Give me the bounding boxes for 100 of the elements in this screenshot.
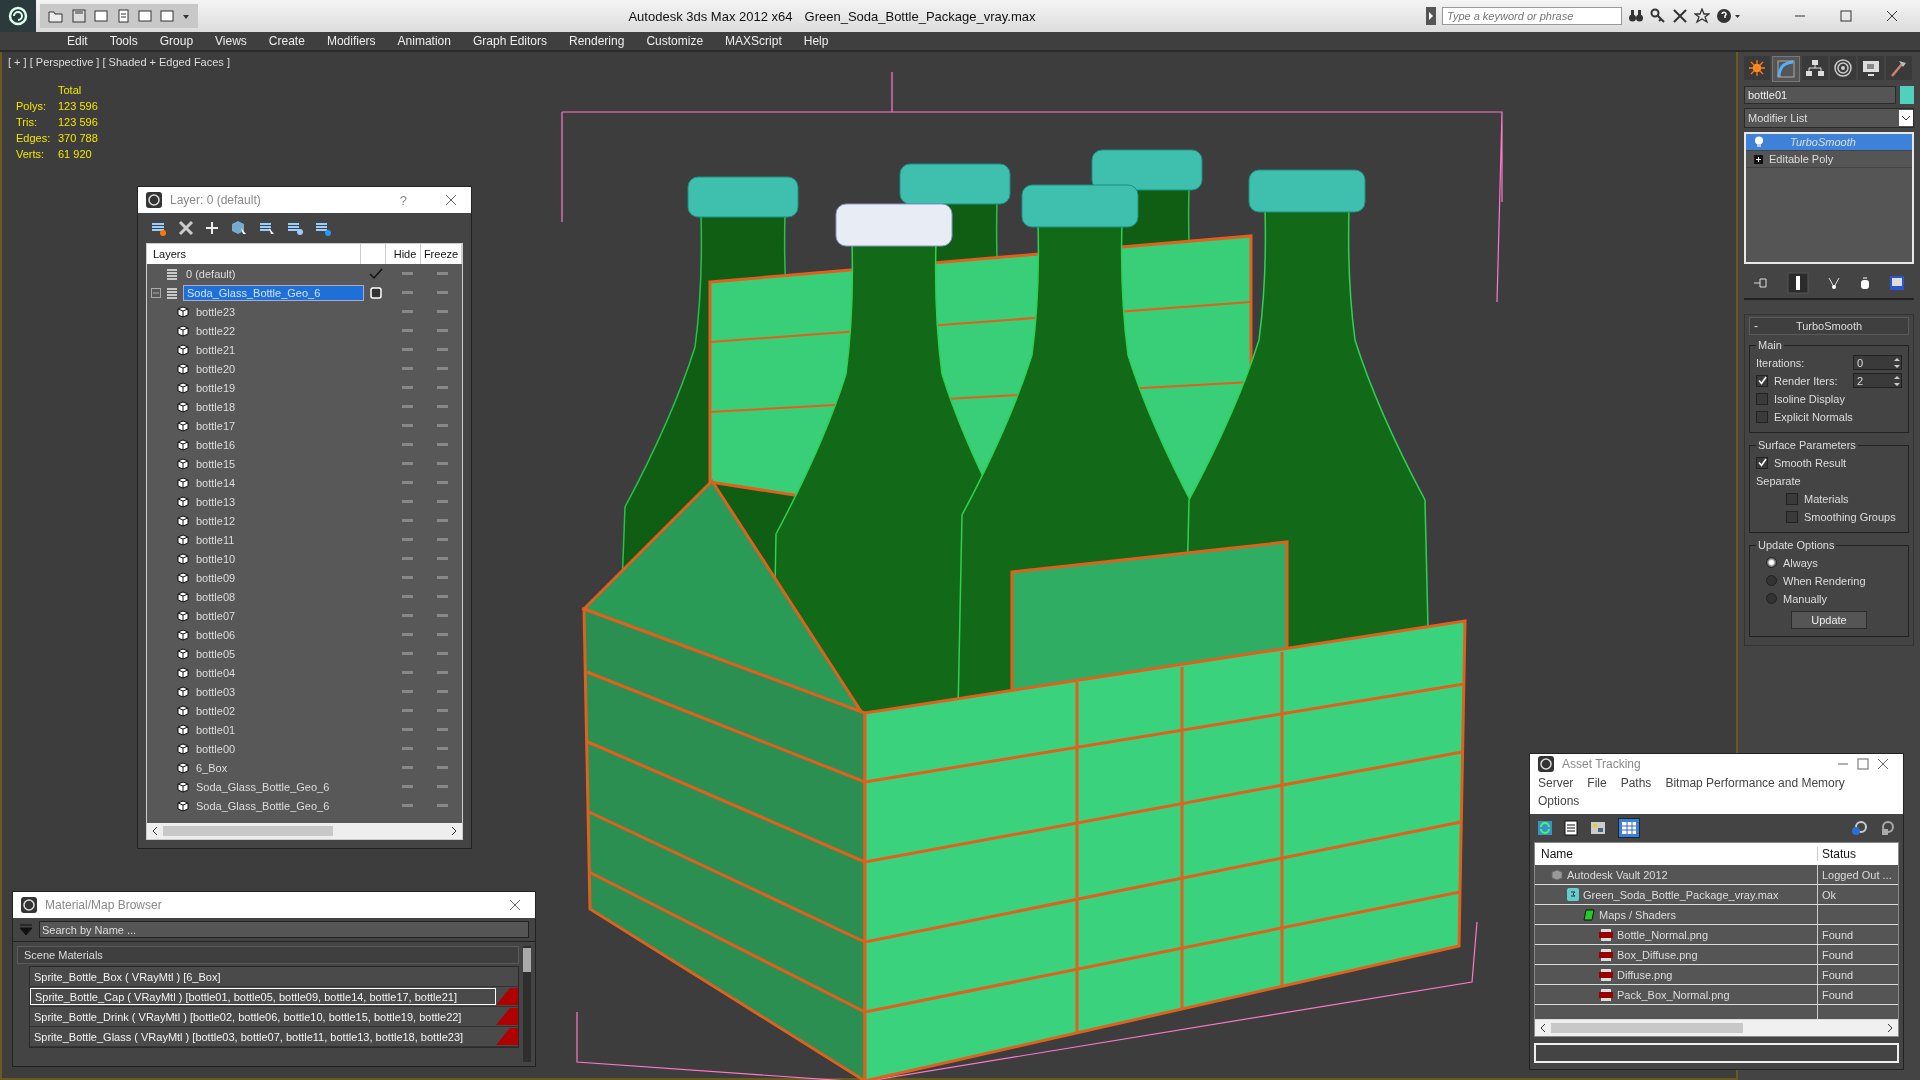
object-name[interactable]: bottle16: [193, 437, 239, 452]
asset-name[interactable]: Maps / Shaders: [1599, 908, 1677, 921]
maximize-icon[interactable]: [1840, 10, 1852, 22]
spinner-arrows-icon[interactable]: [1893, 355, 1901, 370]
window-icon[interactable]: [138, 9, 152, 23]
modifier-stack-item[interactable]: Editable Poly: [1746, 151, 1912, 168]
close-icon[interactable]: [509, 899, 521, 911]
column-header[interactable]: Name: [1535, 847, 1818, 862]
hide-toggle[interactable]: [401, 481, 413, 484]
open-folder-icon[interactable]: [48, 9, 64, 23]
freeze-toggle[interactable]: [436, 785, 448, 788]
object-name[interactable]: Soda_Glass_Bottle_Geo_6: [193, 798, 333, 813]
freeze-toggle[interactable]: [436, 519, 448, 522]
menu-item[interactable]: Animation: [386, 34, 462, 48]
object-name[interactable]: bottle06: [193, 627, 239, 642]
hide-toggle[interactable]: [401, 538, 413, 541]
menu-item[interactable]: Paths: [1620, 776, 1652, 791]
object-name[interactable]: bottle00: [193, 741, 239, 756]
freeze-toggle[interactable]: [436, 709, 448, 712]
hide-toggle[interactable]: [401, 709, 413, 712]
hide-toggle[interactable]: [401, 348, 413, 351]
menu-item[interactable]: Tools: [98, 34, 149, 48]
freeze-toggle[interactable]: [436, 671, 448, 674]
spinner-field[interactable]: 2: [1853, 373, 1902, 388]
freeze-toggle[interactable]: [436, 291, 448, 294]
checkbox[interactable]: [1756, 456, 1768, 469]
freeze-toggle[interactable]: [436, 462, 448, 465]
show-end-result-icon[interactable]: [1787, 272, 1809, 294]
object-name[interactable]: bottle04: [193, 665, 239, 680]
hide-toggle[interactable]: [401, 747, 413, 750]
viewport-label[interactable]: [ + ] [ Perspective ] [ Shaded + Edged Faces ]: [8, 56, 230, 68]
help-icon[interactable]: [1716, 8, 1742, 24]
search-field[interactable]: Search by Name ...: [39, 921, 529, 938]
material-item[interactable]: Sprite_Bottle_Box ( VRayMtl ) [6_Box]: [30, 968, 518, 985]
save-icon[interactable]: [72, 9, 86, 23]
hide-toggle[interactable]: [401, 614, 413, 617]
object-name[interactable]: bottle18: [193, 399, 239, 414]
object-name[interactable]: bottle08: [193, 589, 239, 604]
checkbox[interactable]: [1786, 492, 1798, 505]
horizontal-scrollbar[interactable]: [147, 823, 462, 839]
radio-button[interactable]: [1766, 575, 1777, 586]
freeze-toggle[interactable]: [436, 481, 448, 484]
freeze-toggle[interactable]: [436, 405, 448, 408]
column-header[interactable]: Status: [1818, 847, 1898, 862]
hide-toggle[interactable]: [401, 595, 413, 598]
document-icon[interactable]: [116, 9, 130, 23]
object-name[interactable]: 6_Box: [193, 760, 231, 775]
object-name[interactable]: bottle13: [193, 494, 239, 509]
collapse-icon[interactable]: [151, 287, 161, 298]
hide-toggle[interactable]: [401, 804, 413, 807]
hide-toggle[interactable]: [401, 519, 413, 522]
object-name[interactable]: bottle19: [193, 380, 239, 395]
object-name[interactable]: bottle10: [193, 551, 239, 566]
object-name[interactable]: bottle21: [193, 342, 239, 357]
hierarchy-tab[interactable]: [1802, 56, 1828, 80]
options-menu-icon[interactable]: [19, 923, 33, 936]
freeze-toggle[interactable]: [436, 500, 448, 503]
pin-icon[interactable]: [1753, 276, 1769, 290]
hide-toggle[interactable]: [401, 766, 413, 769]
freeze-toggle[interactable]: [436, 386, 448, 389]
expand-plus-icon[interactable]: [1754, 154, 1763, 164]
object-name[interactable]: bottle15: [193, 456, 239, 471]
hide-toggle[interactable]: [401, 557, 413, 560]
asset-name[interactable]: Pack_Box_Normal.png: [1617, 988, 1730, 1001]
freeze-toggle[interactable]: [436, 424, 448, 427]
key-icon[interactable]: [1650, 8, 1666, 24]
checkmark-icon[interactable]: [369, 267, 383, 280]
freeze-toggle[interactable]: [436, 557, 448, 560]
object-name[interactable]: bottle20: [193, 361, 239, 376]
freeze-toggle[interactable]: [436, 443, 448, 446]
freeze-toggle[interactable]: [436, 367, 448, 370]
hide-toggle[interactable]: [401, 671, 413, 674]
object-name[interactable]: bottle07: [193, 608, 239, 623]
modifier-stack-item[interactable]: TurboSmooth: [1746, 134, 1912, 151]
display-tab[interactable]: [1858, 56, 1884, 80]
list-icon[interactable]: [1564, 820, 1578, 837]
object-name[interactable]: bottle17: [193, 418, 239, 433]
checkbox[interactable]: [1756, 410, 1768, 423]
menu-item[interactable]: Graph Editors: [461, 34, 558, 48]
maximize-icon[interactable]: [1857, 758, 1869, 771]
menu-item[interactable]: Group: [148, 34, 205, 48]
section-header[interactable]: Scene Materials: [17, 946, 519, 964]
binoculars-icon[interactable]: [1628, 8, 1644, 24]
thumbnail-icon[interactable]: [1590, 821, 1606, 836]
window-icon[interactable]: [160, 9, 174, 23]
hide-toggle[interactable]: [401, 652, 413, 655]
asset-name[interactable]: Autodesk Vault 2012: [1567, 868, 1668, 881]
object-name[interactable]: bottle11: [193, 532, 238, 547]
checkbox[interactable]: [1756, 392, 1768, 405]
hide-toggle[interactable]: [401, 633, 413, 636]
freeze-toggle[interactable]: [436, 766, 448, 769]
object-name[interactable]: bottle03: [193, 684, 239, 699]
menu-item[interactable]: Rendering: [558, 34, 636, 48]
asset-name[interactable]: Box_Diffuse.png: [1617, 948, 1698, 961]
object-name[interactable]: bottle12: [193, 513, 239, 528]
close-icon[interactable]: [1886, 10, 1898, 22]
modifier-list-dropdown[interactable]: Modifier List: [1744, 108, 1914, 128]
freeze-toggle[interactable]: [436, 690, 448, 693]
close-icon[interactable]: [445, 194, 457, 206]
freeze-toggle[interactable]: [436, 576, 448, 579]
